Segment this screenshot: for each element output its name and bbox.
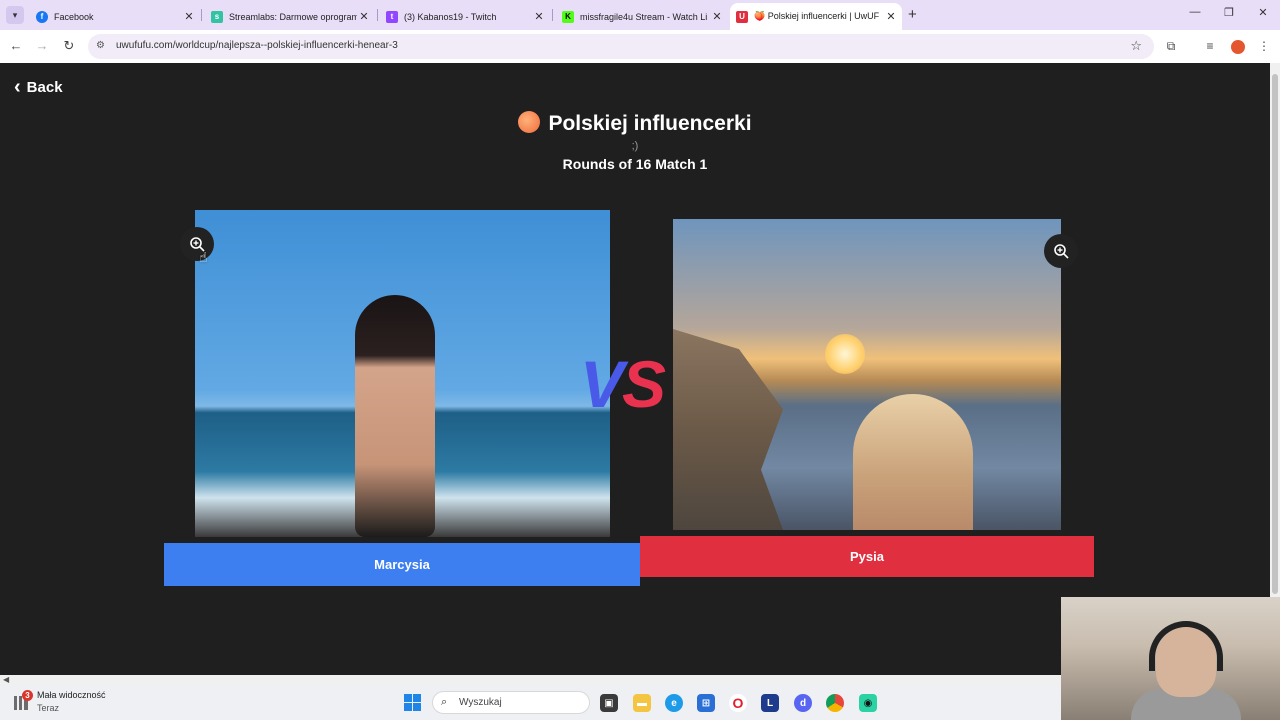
menu-kebab-icon[interactable]: ⋮ xyxy=(1256,39,1272,53)
chevron-left-icon: ‹ xyxy=(14,76,21,98)
forward-arrow-icon[interactable]: → xyxy=(34,38,50,53)
start-menu-icon[interactable] xyxy=(404,694,421,711)
new-tab-button[interactable]: + xyxy=(908,6,917,23)
kick-icon: K xyxy=(562,10,574,23)
url-text[interactable]: uwufufu.com/worldcup/najlepsza--polskiej… xyxy=(116,40,398,51)
left-candidate-photo[interactable] xyxy=(195,210,610,537)
streamlabs-icon: s xyxy=(211,10,223,23)
minimize-icon[interactable]: — xyxy=(1188,6,1202,18)
close-tab-icon[interactable]: ✕ xyxy=(532,10,546,23)
media-controls-icon[interactable]: ≡ xyxy=(1202,39,1218,53)
headset-shape xyxy=(1149,621,1223,671)
sunset-sun xyxy=(825,334,865,374)
task-view-icon[interactable]: ▣ xyxy=(600,694,618,712)
left-photo-figure xyxy=(355,295,435,537)
right-candidate-photo[interactable] xyxy=(673,219,1061,530)
back-arrow-icon[interactable]: ← xyxy=(8,38,24,53)
streamlabs-taskbar-icon[interactable]: ◉ xyxy=(859,694,877,712)
left-choice-label: Marcysia xyxy=(374,557,430,572)
address-bar[interactable]: ⚙ uwufufu.com/worldcup/najlepsza--polski… xyxy=(88,34,1154,59)
bookmark-star-icon[interactable]: ☆ xyxy=(1130,38,1142,54)
close-tab-icon[interactable]: ✕ xyxy=(710,10,724,23)
uwufufu-icon: U xyxy=(736,10,748,23)
close-window-icon[interactable]: ✕ xyxy=(1256,6,1270,19)
scrollbar-thumb[interactable] xyxy=(1272,74,1278,594)
close-tab-icon[interactable]: ✕ xyxy=(884,10,898,23)
tab-uwufufu[interactable]: U 🍑 Polskiej influencerki | UwUF ✕ xyxy=(730,3,902,30)
mouse-pointer-icon: ☝ xyxy=(199,249,208,265)
discord-icon[interactable]: d xyxy=(794,694,812,712)
chrome-icon[interactable] xyxy=(826,694,844,712)
file-explorer-icon[interactable]: ▬ xyxy=(633,694,651,712)
search-icon: ⌕ xyxy=(441,696,448,708)
weather-subtitle: Teraz xyxy=(37,703,60,713)
cliff-shape xyxy=(673,329,783,530)
store-icon[interactable]: ⊞ xyxy=(697,694,715,712)
tab-search-button[interactable]: ▾ xyxy=(6,6,24,24)
close-tab-icon[interactable]: ✕ xyxy=(182,10,196,23)
peach-icon xyxy=(518,111,541,133)
extensions-icon[interactable]: ⧉ xyxy=(1163,39,1179,54)
choose-right-button[interactable]: Pysia xyxy=(640,536,1094,577)
browser-tab-strip: ▾ f Facebook ✕ s Streamlabs: Darmowe opr… xyxy=(0,0,1280,30)
back-label: Back xyxy=(26,78,63,96)
reload-icon[interactable]: ↻ xyxy=(61,38,77,54)
page-title-text: Polskiej influencerki xyxy=(548,112,752,135)
tab-streamlabs[interactable]: s Streamlabs: Darmowe oprogram ✕ xyxy=(205,3,375,30)
tab-kick[interactable]: K missfragile4u Stream - Watch Li ✕ xyxy=(556,3,728,30)
site-info-icon[interactable]: ⚙ xyxy=(96,40,105,51)
twitch-icon: t xyxy=(386,10,398,23)
choose-left-button[interactable]: Marcysia xyxy=(164,543,640,586)
zoom-in-icon[interactable] xyxy=(1044,234,1078,268)
browser-toolbar: ← → ↻ ⚙ uwufufu.com/worldcup/najlepsza--… xyxy=(0,30,1280,63)
restore-icon[interactable]: ❐ xyxy=(1222,6,1236,19)
tab-twitch[interactable]: t (3) Kabanos19 - Twitch ✕ xyxy=(380,3,550,30)
tab-facebook[interactable]: f Facebook ✕ xyxy=(30,3,200,30)
search-placeholder: Wyszukaj xyxy=(459,697,502,708)
zoom-in-icon[interactable] xyxy=(180,227,214,261)
webcam-overlay xyxy=(1061,597,1280,720)
page-content: ‹ Back Polskiej influencerki ;) Rounds o… xyxy=(0,63,1270,675)
round-indicator: Rounds of 16 Match 1 xyxy=(562,156,708,172)
taskbar-search[interactable]: ⌕ Wyszukaj xyxy=(432,691,590,714)
windows-taskbar: 3 Mała widoczność Teraz ⌕ Wyszukaj ▣ ▬ e… xyxy=(0,685,1061,720)
l-app-icon[interactable]: L xyxy=(761,694,779,712)
notification-badge: 3 xyxy=(22,690,33,701)
right-photo-figure xyxy=(853,394,973,530)
tab-separator xyxy=(201,9,202,21)
opera-icon[interactable]: O xyxy=(729,694,747,712)
weather-widget[interactable]: 3 xyxy=(12,690,36,714)
page-title: Polskiej influencerki xyxy=(0,111,1270,136)
tab-separator xyxy=(552,9,553,21)
page-subtitle: ;) xyxy=(631,140,639,152)
profile-avatar[interactable] xyxy=(1231,40,1245,54)
edge-icon[interactable]: e xyxy=(665,694,683,712)
versus-label: VS xyxy=(580,347,666,421)
back-button[interactable]: ‹ Back xyxy=(14,77,63,97)
weather-title[interactable]: Mała widoczność xyxy=(37,690,106,700)
facebook-icon: f xyxy=(36,10,48,23)
tab-separator xyxy=(377,9,378,21)
scroll-left-icon[interactable]: ◀ xyxy=(3,675,9,684)
right-choice-label: Pysia xyxy=(850,549,884,564)
close-tab-icon[interactable]: ✕ xyxy=(357,10,371,23)
